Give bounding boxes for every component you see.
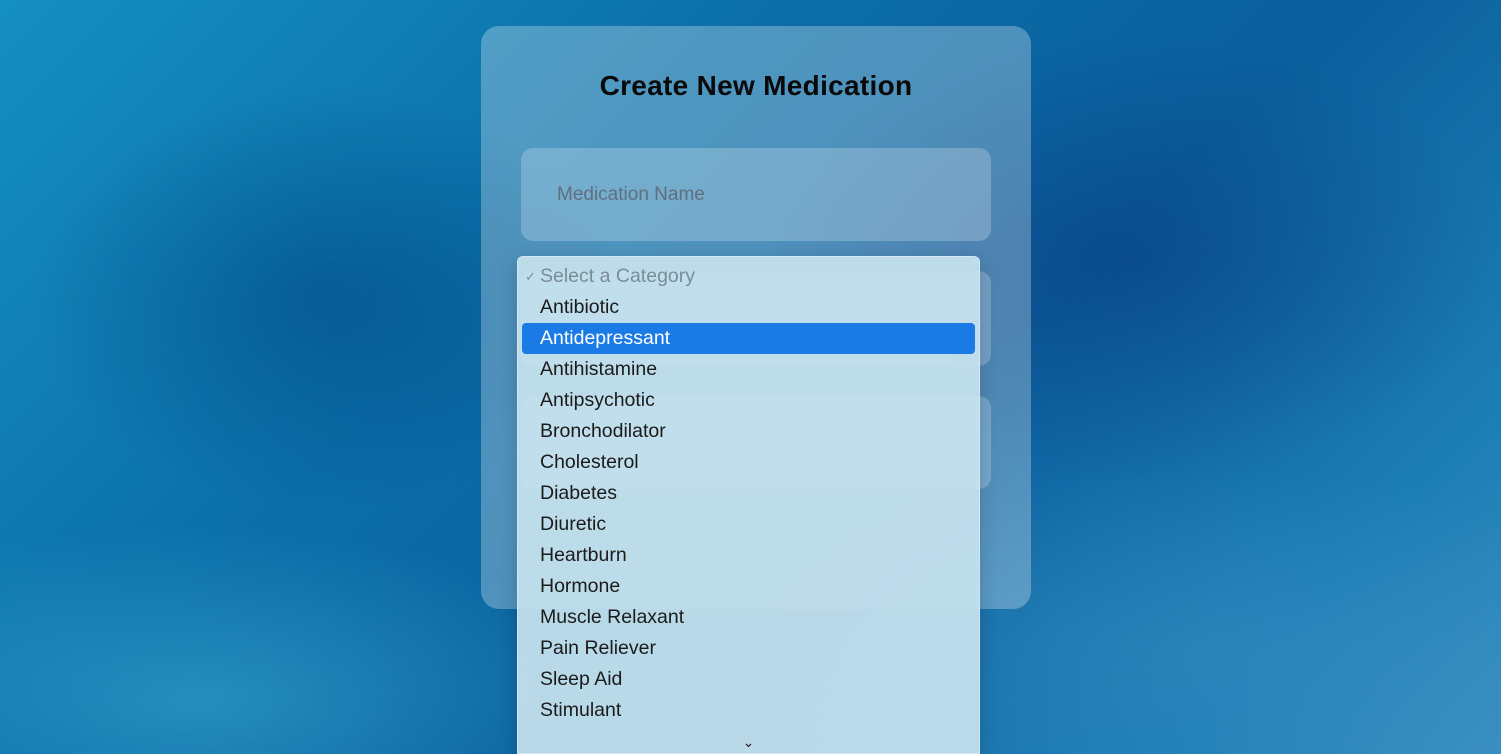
option-label: Hormone	[540, 575, 621, 597]
option-muscle-relaxant[interactable]: Muscle Relaxant	[522, 602, 975, 633]
page-title: Create New Medication	[599, 70, 913, 101]
option-diuretic[interactable]: Diuretic	[522, 509, 975, 540]
option-label: Antidepressant	[540, 327, 671, 349]
option-label: Sleep Aid	[540, 668, 623, 690]
medication-name-field-wrapper	[521, 148, 991, 241]
option-label: Heartburn	[540, 544, 627, 566]
option-label: Antibiotic	[540, 296, 620, 318]
option-antihistamine[interactable]: Antihistamine	[522, 354, 975, 385]
option-bronchodilator[interactable]: Bronchodilator	[522, 416, 975, 447]
option-cholesterol[interactable]: Cholesterol	[522, 447, 975, 478]
option-antipsychotic[interactable]: Antipsychotic	[522, 385, 975, 416]
checkmark-icon: ✓	[525, 269, 536, 284]
option-label: Antihistamine	[540, 358, 658, 380]
chevron-down-icon[interactable]: ⌄	[518, 734, 979, 751]
option-pain-reliever[interactable]: Pain Reliever	[522, 633, 975, 664]
option-antibiotic[interactable]: Antibiotic	[522, 292, 975, 323]
option-label: Bronchodilator	[540, 420, 666, 442]
option-label: Cholesterol	[540, 451, 639, 473]
option-label: Muscle Relaxant	[540, 606, 685, 628]
option-heartburn[interactable]: Heartburn	[522, 540, 975, 571]
option-antidepressant[interactable]: Antidepressant	[522, 323, 975, 354]
option-placeholder[interactable]: ✓ Select a Category	[522, 261, 975, 292]
option-diabetes[interactable]: Diabetes	[522, 478, 975, 509]
option-stimulant[interactable]: Stimulant	[522, 695, 975, 726]
option-label: Diuretic	[540, 513, 607, 535]
option-label: Pain Reliever	[540, 637, 656, 659]
option-label: Select a Category	[540, 265, 696, 287]
option-label: Antipsychotic	[540, 389, 655, 411]
option-label: Stimulant	[540, 699, 622, 721]
category-dropdown-menu[interactable]: ✓ Select a Category Antibiotic Antidepre…	[517, 256, 980, 754]
category-options-list: ✓ Select a Category Antibiotic Antidepre…	[518, 257, 979, 726]
option-label: Diabetes	[540, 482, 617, 504]
option-hormone[interactable]: Hormone	[522, 571, 975, 602]
medication-name-input[interactable]	[521, 148, 991, 241]
option-sleep-aid[interactable]: Sleep Aid	[522, 664, 975, 695]
